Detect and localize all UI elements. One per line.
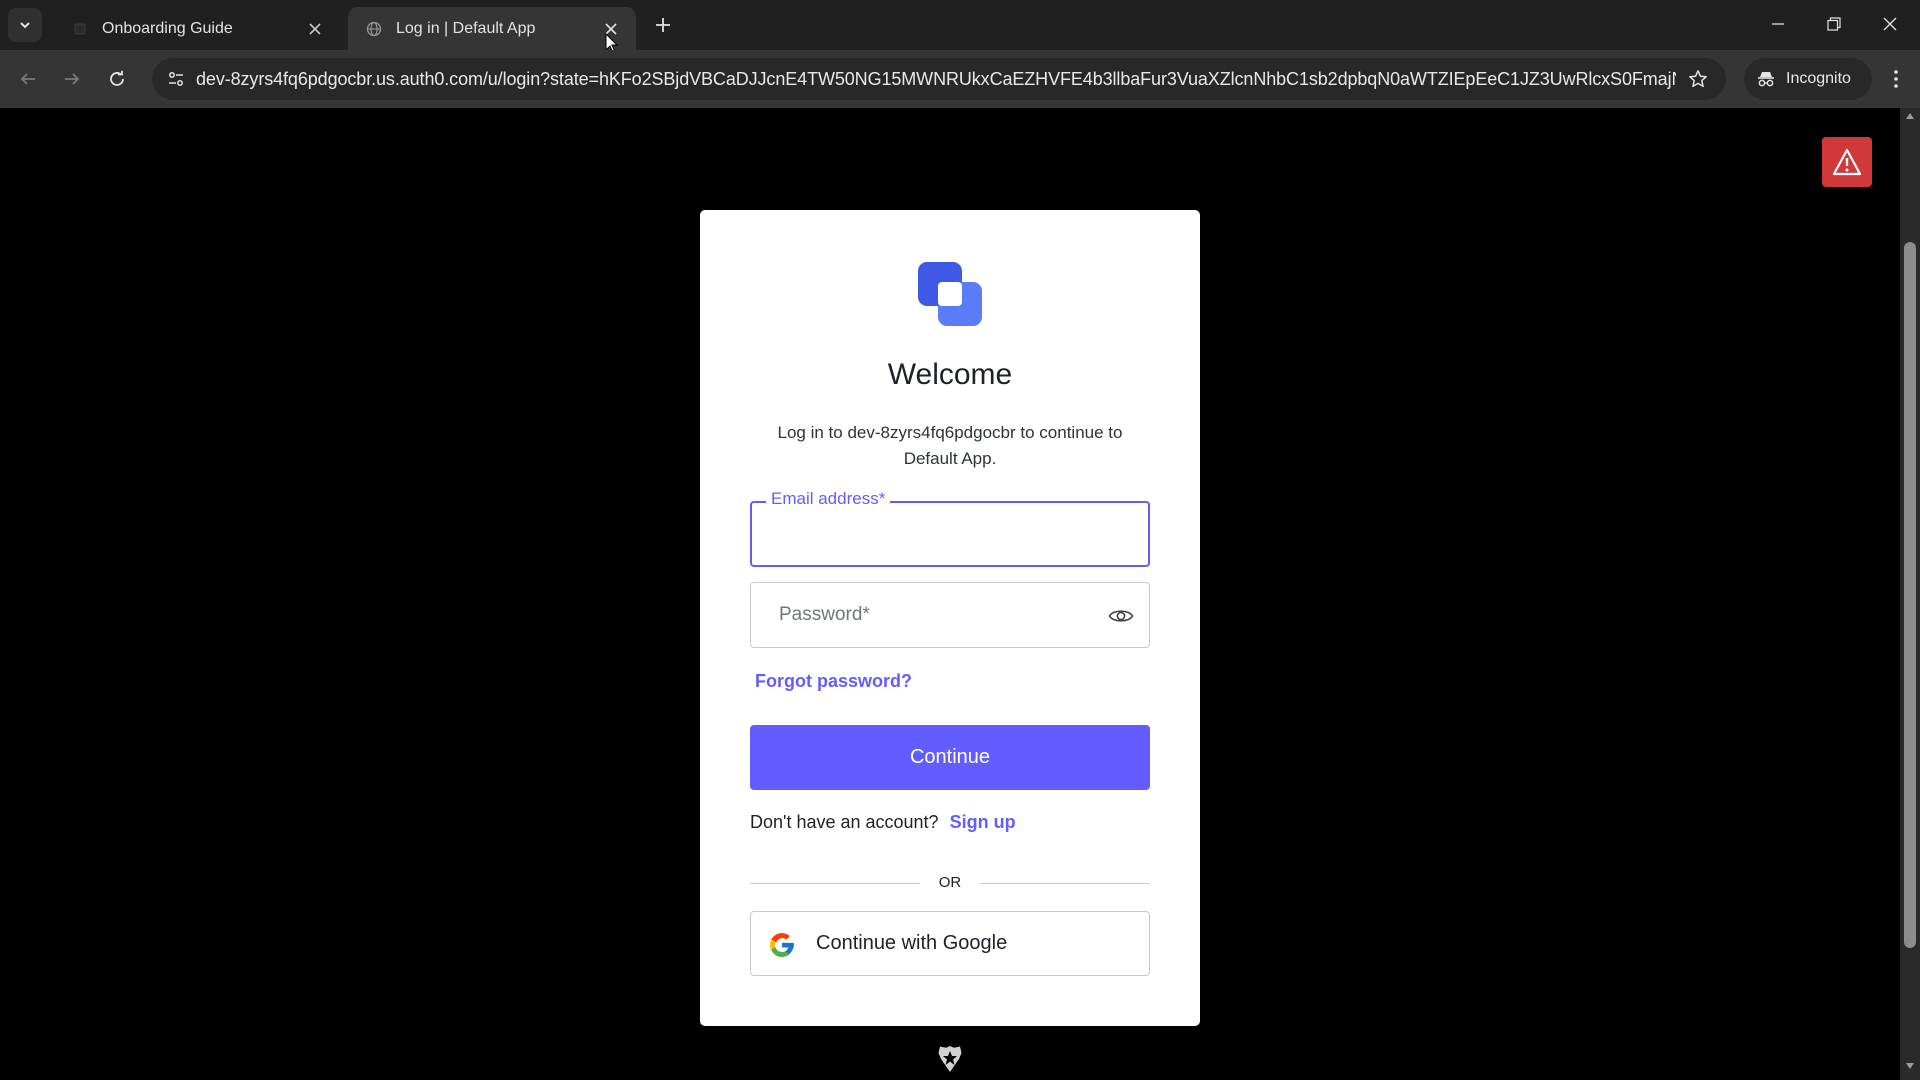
incognito-icon — [1758, 72, 1774, 87]
triangle-down-icon — [1906, 1063, 1914, 1069]
minimize-button[interactable] — [1750, 0, 1806, 48]
reload-button[interactable] — [99, 61, 135, 97]
scrollbar[interactable] — [1900, 108, 1920, 1080]
scroll-up-button[interactable] — [1900, 112, 1920, 126]
auth0-logo-icon — [938, 1046, 962, 1072]
eye-icon — [1108, 610, 1134, 622]
kebab-menu-icon — [1894, 70, 1898, 88]
warning-button[interactable] — [1822, 137, 1872, 187]
back-icon — [20, 73, 35, 85]
tab-title: Log in | Default App — [396, 19, 536, 37]
close-icon — [1883, 17, 1897, 31]
signup-prompt: Don't have an account? — [750, 812, 939, 832]
email-field[interactable]: Email address* — [750, 489, 1150, 567]
incognito-profile-button[interactable]: Incognito — [1744, 58, 1872, 100]
forward-icon — [65, 73, 80, 85]
close-tab-button[interactable] — [304, 18, 326, 40]
tab-title: Onboarding Guide — [102, 19, 233, 37]
password-input[interactable] — [751, 583, 1149, 647]
minimize-icon — [1772, 23, 1784, 25]
show-password-button[interactable] — [1107, 602, 1135, 630]
login-description: Log in to dev-8zyrs4fq6pdgocbr to contin… — [777, 423, 1123, 468]
scroll-down-button[interactable] — [1900, 1062, 1920, 1076]
close-window-button[interactable] — [1862, 0, 1918, 48]
globe-icon — [366, 21, 382, 37]
continue-button[interactable]: Continue — [750, 725, 1150, 790]
url-text[interactable]: dev-8zyrs4fq6pdgocbr.us.auth0.com/u/logi… — [196, 69, 1676, 90]
page-title: Welcome — [887, 358, 1013, 391]
password-field[interactable] — [750, 582, 1150, 648]
new-tab-button[interactable] — [648, 10, 678, 40]
forward-button[interactable] — [54, 61, 90, 97]
warning-triangle-icon — [1832, 148, 1862, 176]
forgot-password-link[interactable]: Forgot password? — [755, 671, 912, 692]
star-icon — [1689, 70, 1707, 88]
site-settings-button[interactable] — [160, 63, 192, 95]
google-button-label: Continue with Google — [816, 932, 1008, 954]
chevron-down-icon — [20, 22, 30, 29]
triangle-up-icon — [1906, 113, 1914, 119]
site-settings-icon — [169, 72, 183, 86]
tab-onboarding-guide[interactable]: Onboarding Guide — [54, 7, 340, 50]
restore-button[interactable] — [1806, 0, 1862, 48]
close-icon — [309, 22, 321, 35]
back-button[interactable] — [10, 61, 46, 97]
tab-log-in-default-app[interactable]: Log in | Default App — [348, 7, 636, 50]
scroll-thumb[interactable] — [1904, 242, 1916, 948]
tab-bar: Onboarding Guide Log in | Default App — [0, 0, 1920, 54]
address-bar[interactable]: dev-8zyrs4fq6pdgocbr.us.auth0.com/u/logi… — [152, 58, 1726, 100]
browser-toolbar: dev-8zyrs4fq6pdgocbr.us.auth0.com/u/logi… — [0, 50, 1920, 108]
or-divider: OR — [750, 873, 1150, 893]
bookmark-button[interactable] — [1682, 63, 1714, 95]
app-logo-icon — [918, 262, 982, 326]
email-input[interactable] — [752, 503, 1148, 565]
continue-with-google-button[interactable]: Continue with Google — [750, 911, 1150, 976]
login-card: Welcome Log in to dev-8zyrs4fq6pdgocbr t… — [700, 210, 1200, 1026]
tab-search-button[interactable] — [8, 8, 42, 42]
tab-favicon-icon — [72, 21, 88, 37]
restore-icon — [1827, 17, 1841, 31]
divider-line-right — [980, 883, 1150, 884]
sign-up-link[interactable]: Sign up — [950, 812, 1016, 832]
profile-label: Incognito — [1786, 70, 1851, 87]
plus-icon — [656, 18, 670, 32]
browser-menu-button[interactable] — [1878, 61, 1914, 97]
google-icon — [770, 933, 794, 957]
signup-row: Don't have an account? Sign up — [750, 812, 1016, 833]
reload-icon — [110, 70, 124, 86]
